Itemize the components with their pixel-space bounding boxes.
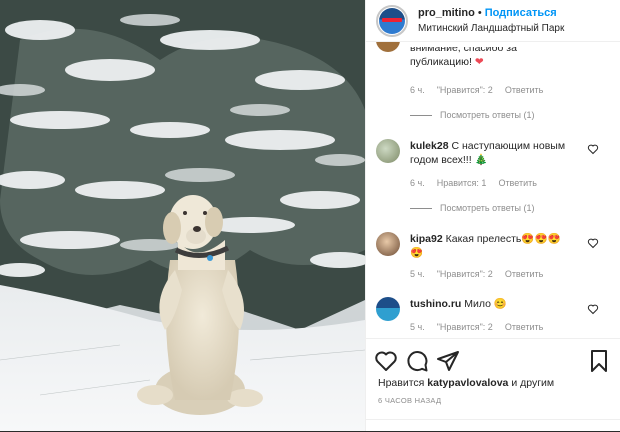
commenter-avatar[interactable] [376,139,400,163]
comment-time[interactable]: 5 ч. [410,269,425,279]
reply-button[interactable]: Ответить [505,322,543,332]
like-comment-heart-icon[interactable] [587,143,599,155]
likes-username[interactable]: katypavlovalova [427,377,508,389]
heart-emoji: ❤ [474,56,484,68]
comment-text: годом всех!!! [410,154,472,166]
post-dialog: pro_mitino • Подписаться Митинский Ландшаф… [0,0,620,431]
likes-suffix[interactable]: и другим [511,377,554,389]
like-comment-heart-icon[interactable] [587,303,599,315]
comment-username[interactable]: kulek28 [410,140,449,152]
heart-icon[interactable] [374,349,398,373]
comment-likes[interactable]: "Нравится": 2 [437,85,493,95]
comment-time[interactable]: 6 ч. [410,85,425,95]
bookmark-icon[interactable] [587,349,611,373]
reply-button[interactable]: Ответить [498,178,536,188]
view-replies-button[interactable]: Посмотреть ответы (1) [410,203,535,213]
comment-likes[interactable]: "Нравится": 2 [437,322,493,332]
post-timestamp[interactable]: 6 ЧАСОВ НАЗАД [378,396,441,405]
post-photo[interactable] [0,0,365,431]
comment-likes[interactable]: "Нравится": 2 [437,269,493,279]
post-sidebar: pro_mitino • Подписаться Митинский Ландшаф… [365,0,620,431]
view-replies-label: Посмотреть ответы (1) [440,110,535,120]
comments-list: внимание, спасибо за публикацию! ❤ 6 ч. … [366,42,620,338]
share-icon[interactable] [436,349,460,373]
add-comment-area[interactable] [366,419,620,432]
view-replies-button[interactable]: Посмотреть ответы (1) [410,110,535,120]
post-actions: Нравится katypavlovalova и другим 6 ЧАСО… [366,338,620,431]
post-header: pro_mitino • Подписаться Митинский Ландшаф… [366,0,620,42]
reply-button[interactable]: Ответить [505,269,543,279]
comment-time[interactable]: 6 ч. [410,178,425,188]
comment-time[interactable]: 5 ч. [410,322,425,332]
view-replies-label: Посмотреть ответы (1) [440,203,535,213]
reply-button[interactable]: Ответить [505,85,543,95]
comment-text: внимание, спасибо за [410,42,517,54]
likes-prefix: Нравится [378,377,425,389]
heart-eyes-emoji: 😍 [410,247,424,259]
tree-emoji: 🎄 [474,154,488,166]
author-username[interactable]: pro_mitino [418,7,475,19]
likes-summary[interactable]: Нравится katypavlovalova и другим [378,377,554,389]
comment-username[interactable]: kipa92 [410,233,443,245]
author-avatar[interactable] [376,4,408,37]
heart-eyes-emoji: 😍😍😍 [521,233,561,245]
snowy-dog-photo [0,0,365,431]
commenter-avatar[interactable] [376,42,400,52]
smile-emoji: 😊 [493,298,507,310]
comment-text: публикацию! [410,56,472,68]
commenter-avatar[interactable] [376,232,400,256]
follow-button[interactable]: Подписаться [485,7,557,19]
comment-username[interactable]: tushino.ru [410,298,461,310]
comment-text: Мило [464,298,491,310]
commenter-avatar[interactable] [376,297,400,321]
post-location[interactable]: Митинский Ландшафтный Парк [418,21,564,36]
comment-text: С наступающим новым [451,140,566,152]
like-comment-heart-icon[interactable] [587,237,599,249]
comment-icon[interactable] [405,349,429,373]
comment-likes[interactable]: Нравится: 1 [437,178,487,188]
separator-dot: • [477,6,482,19]
comment-text: Какая прелесть [445,233,522,245]
